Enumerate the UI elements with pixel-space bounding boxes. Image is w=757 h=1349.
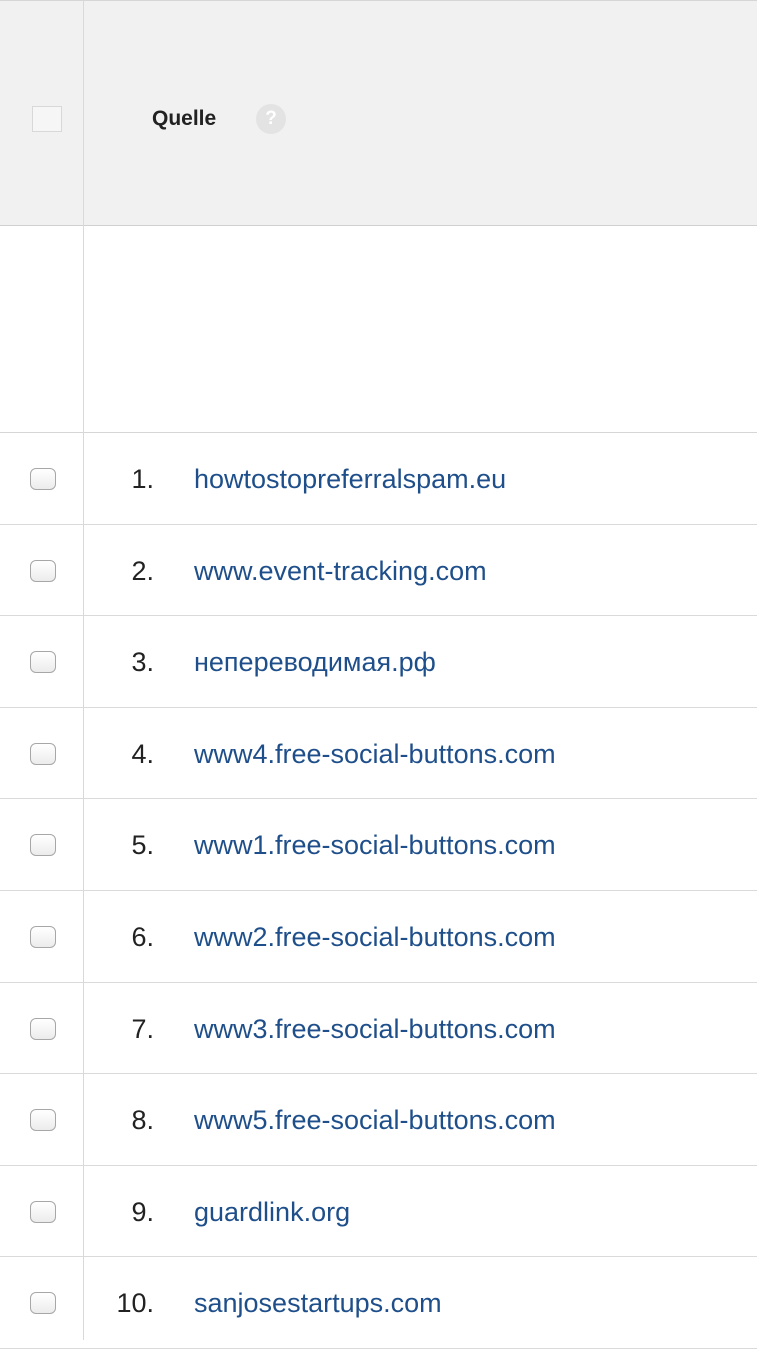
row-index: 7. bbox=[131, 1013, 154, 1044]
table-row: 4. www4.free-social-buttons.com bbox=[0, 708, 757, 800]
table-row: 5. www1.free-social-buttons.com bbox=[0, 799, 757, 891]
row-index: 3. bbox=[131, 647, 154, 678]
row-checkbox[interactable] bbox=[30, 742, 56, 765]
row-checkbox[interactable] bbox=[30, 1200, 56, 1223]
source-link[interactable]: www3.free-social-buttons.com bbox=[194, 1013, 556, 1045]
row-index: 6. bbox=[131, 922, 154, 952]
source-link[interactable]: www1.free-social-buttons.com bbox=[194, 829, 556, 861]
table-row: 8. www5.free-social-buttons.com bbox=[0, 1074, 757, 1166]
table-row: 3. непереводимая.рф bbox=[0, 616, 757, 708]
source-link[interactable]: www.event-tracking.com bbox=[194, 555, 487, 587]
column-divider bbox=[83, 1, 84, 1340]
row-checkbox[interactable] bbox=[30, 1109, 56, 1132]
table-row: 1. howtostopreferralspam.eu bbox=[0, 433, 757, 525]
row-index: 10. bbox=[116, 1288, 154, 1319]
source-link[interactable]: непереводимая.рф bbox=[194, 646, 436, 678]
summary-row bbox=[0, 226, 757, 433]
table-row: 6. www2.free-social-buttons.com bbox=[0, 891, 757, 983]
row-index: 2. bbox=[131, 555, 154, 586]
source-link[interactable]: www4.free-social-buttons.com bbox=[194, 738, 556, 770]
row-checkbox[interactable] bbox=[30, 559, 56, 582]
source-link[interactable]: guardlink.org bbox=[194, 1196, 350, 1228]
row-index: 4. bbox=[131, 738, 154, 769]
report-table: Quelle ? 1. howtostopreferralspam.eu 2. www… bbox=[0, 0, 757, 1349]
row-checkbox[interactable] bbox=[30, 468, 56, 490]
table-header: Quelle ? bbox=[0, 1, 757, 226]
source-link[interactable]: sanjosestartups.com bbox=[194, 1287, 442, 1319]
row-index: 5. bbox=[131, 830, 154, 861]
table-row: 7. www3.free-social-buttons.com bbox=[0, 983, 757, 1075]
table-row: 9. guardlink.org bbox=[0, 1166, 757, 1258]
row-checkbox[interactable] bbox=[30, 926, 56, 948]
table-row: 2. www.event-tracking.com bbox=[0, 525, 757, 617]
row-checkbox[interactable] bbox=[30, 651, 56, 674]
help-icon[interactable]: ? bbox=[256, 104, 286, 134]
source-link[interactable]: howtostopreferralspam.eu bbox=[194, 463, 506, 495]
row-checkbox[interactable] bbox=[30, 834, 56, 857]
row-checkbox[interactable] bbox=[30, 1017, 56, 1040]
row-index: 8. bbox=[131, 1105, 154, 1136]
source-link[interactable]: www2.free-social-buttons.com bbox=[194, 921, 556, 953]
row-index: 9. bbox=[131, 1196, 154, 1227]
select-all-checkbox[interactable] bbox=[32, 106, 62, 132]
row-index: 1. bbox=[131, 464, 154, 494]
row-checkbox[interactable] bbox=[30, 1292, 56, 1315]
table-row: 10. sanjosestartups.com bbox=[0, 1257, 757, 1349]
source-link[interactable]: www5.free-social-buttons.com bbox=[194, 1104, 556, 1136]
column-header-quelle[interactable]: Quelle bbox=[152, 106, 216, 132]
